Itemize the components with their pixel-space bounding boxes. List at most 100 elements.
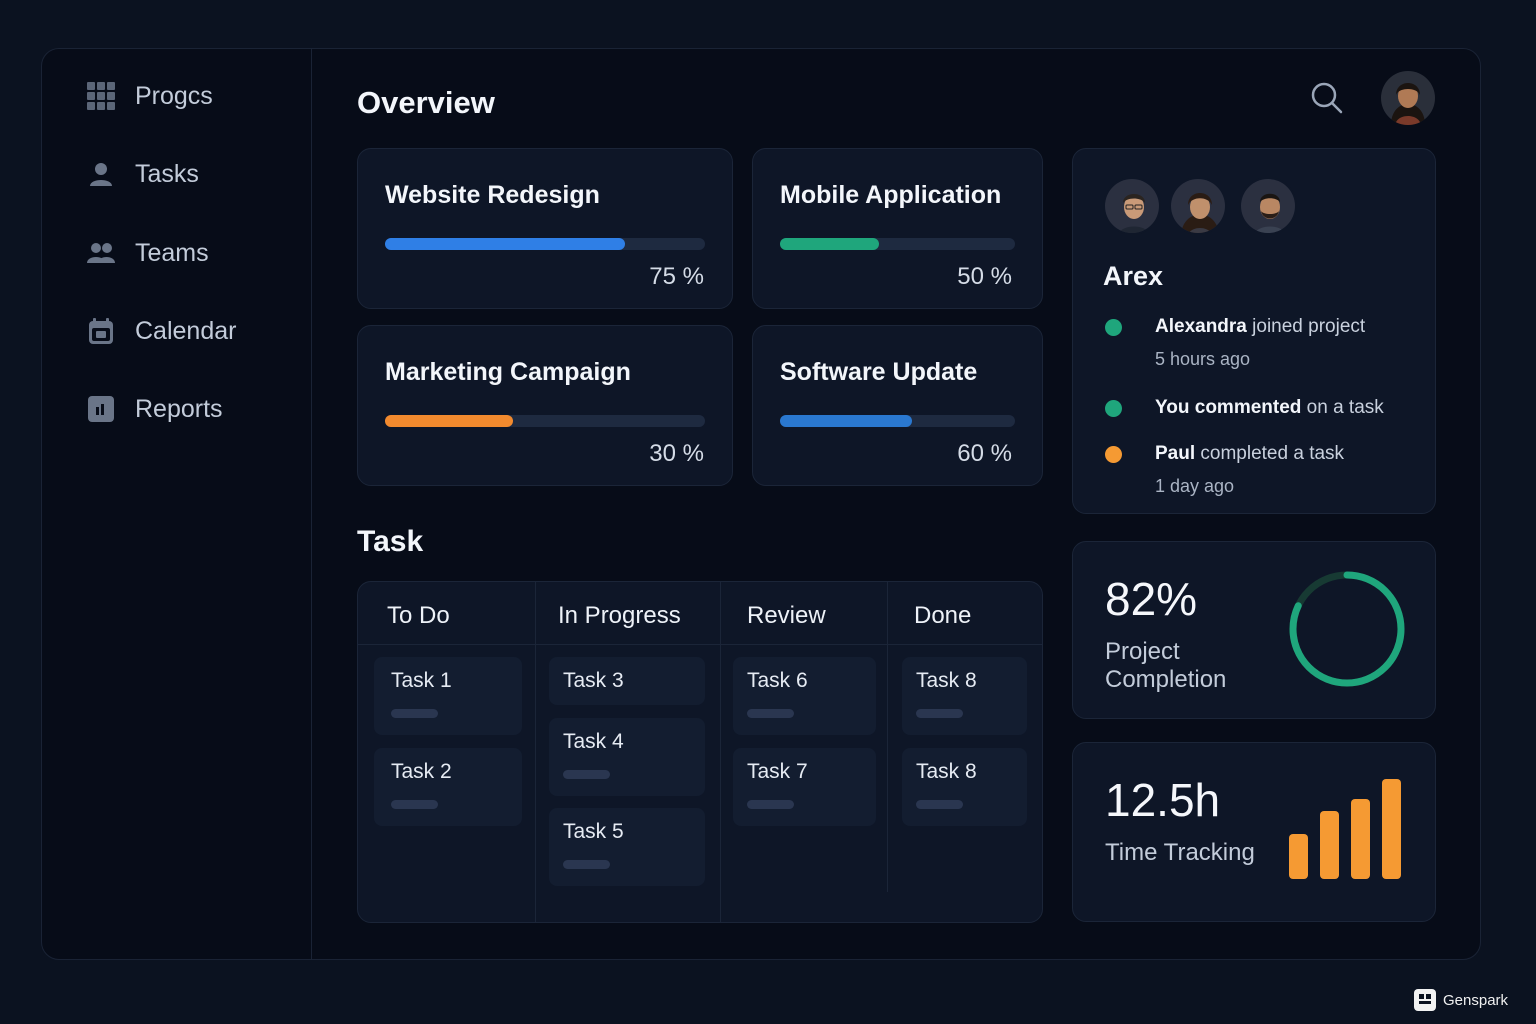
- project-progress-fill: [780, 415, 912, 427]
- sidebar: Progcs Tasks Teams Calendar Reports: [42, 49, 312, 959]
- sidebar-item-calendar[interactable]: Calendar: [86, 311, 236, 351]
- task-name: Task 8: [916, 669, 977, 692]
- user-icon: [86, 159, 116, 189]
- task-name: Task 7: [747, 760, 808, 783]
- status-dot: [1105, 400, 1122, 417]
- genspark-label: Genspark: [1443, 991, 1509, 1009]
- task-placeholder-bar: [391, 800, 438, 809]
- project-title: Website Redesign: [385, 181, 600, 209]
- time-tracking-card: 12.5h Time Tracking: [1072, 742, 1436, 922]
- time-tracking-chart: [1289, 779, 1401, 879]
- search-icon[interactable]: [1310, 81, 1344, 115]
- user-avatar[interactable]: [1381, 71, 1435, 125]
- task-name: Task 1: [391, 669, 452, 692]
- project-percent: 60 %: [957, 440, 1012, 467]
- time-bar: [1351, 799, 1370, 879]
- project-card-website-redesign[interactable]: Website Redesign 75 %: [357, 148, 733, 309]
- project-progress-bar: [780, 415, 1015, 427]
- status-dot: [1105, 319, 1122, 336]
- task-card[interactable]: Task 8: [902, 657, 1027, 735]
- app-window: Progcs Tasks Teams Calendar Reports Over…: [41, 48, 1481, 960]
- task-name: Task 2: [391, 760, 452, 783]
- grid-icon: [86, 81, 116, 111]
- activity-item-text: Paul completed a task: [1155, 443, 1344, 465]
- project-progress-bar: [780, 238, 1015, 250]
- activity-action: on a task: [1301, 397, 1384, 418]
- task-placeholder-bar: [563, 860, 610, 869]
- task-card[interactable]: Task 6: [733, 657, 876, 735]
- team-avatar[interactable]: [1169, 177, 1227, 235]
- project-title: Marketing Campaign: [385, 358, 631, 386]
- project-progress-fill: [780, 238, 879, 250]
- project-progress-bar: [385, 415, 705, 427]
- completion-ring: [1289, 571, 1405, 687]
- project-percent: 75 %: [649, 263, 704, 290]
- task-card[interactable]: Task 8: [902, 748, 1027, 826]
- sidebar-item-progcs[interactable]: Progcs: [86, 76, 213, 116]
- activity-item-text: You commented on a task: [1155, 397, 1384, 419]
- activity-actor: Alexandra: [1155, 316, 1247, 337]
- activity-action: joined project: [1246, 316, 1366, 337]
- task-card[interactable]: Task 7: [733, 748, 876, 826]
- reports-icon: [86, 394, 116, 424]
- project-progress-fill: [385, 238, 625, 250]
- task-card[interactable]: Task 3: [549, 657, 705, 705]
- task-card[interactable]: Task 4: [549, 718, 705, 796]
- sidebar-item-tasks[interactable]: Tasks: [86, 154, 199, 194]
- sidebar-item-label: Tasks: [135, 159, 199, 188]
- sidebar-item-label: Teams: [135, 238, 209, 267]
- sidebar-item-reports[interactable]: Reports: [86, 389, 223, 429]
- task-placeholder-bar: [916, 709, 963, 718]
- column-title: In Progress: [558, 602, 681, 629]
- project-percent: 30 %: [649, 440, 704, 467]
- column-in-progress: In Progress Task 3 Task 4 Task 5: [536, 582, 720, 922]
- task-card[interactable]: Task 5: [549, 808, 705, 886]
- activity-actor: Paul: [1155, 443, 1196, 464]
- project-completion-card: 82% Project Completion: [1072, 541, 1436, 719]
- project-card-marketing-campaign[interactable]: Marketing Campaign 30 %: [357, 325, 733, 486]
- task-placeholder-bar: [563, 770, 610, 779]
- page-title: Overview: [357, 85, 495, 120]
- task-placeholder-bar: [391, 709, 438, 718]
- time-bar: [1382, 779, 1401, 879]
- activity-card: Arex Alexandra joined project 5 hours ag…: [1072, 148, 1436, 514]
- completion-value: 82%: [1105, 573, 1198, 625]
- genspark-logo-icon: [1414, 989, 1436, 1011]
- column-done: Done Task 8 Task 8: [888, 582, 1044, 922]
- project-card-mobile-application[interactable]: Mobile Application 50 %: [752, 148, 1043, 309]
- time-bar: [1320, 811, 1339, 879]
- activity-time: 5 hours ago: [1155, 349, 1251, 369]
- team-avatar[interactable]: [1103, 177, 1161, 235]
- column-review: Review Task 6 Task 7: [721, 582, 887, 922]
- task-name: Task 3: [563, 669, 624, 692]
- task-card[interactable]: Task 2: [374, 748, 522, 826]
- project-title: Mobile Application: [780, 181, 1002, 209]
- calendar-icon: [86, 316, 116, 346]
- task-board: To Do Task 1 Task 2 In Progress Task 3 T…: [357, 581, 1043, 923]
- time-tracking-value: 12.5h: [1105, 774, 1221, 826]
- column-todo: To Do Task 1 Task 2: [358, 582, 535, 922]
- users-icon: [86, 238, 116, 268]
- activity-title: Arex: [1103, 261, 1164, 291]
- completion-label: Project Completion: [1105, 638, 1227, 693]
- sidebar-item-label: Progcs: [135, 81, 213, 110]
- task-name: Task 5: [563, 820, 624, 843]
- activity-item-text: Alexandra joined project: [1155, 316, 1365, 338]
- task-name: Task 6: [747, 669, 808, 692]
- sidebar-item-teams[interactable]: Teams: [86, 233, 209, 273]
- activity-time: 1 day ago: [1155, 476, 1235, 496]
- column-title: Review: [747, 602, 826, 629]
- task-card[interactable]: Task 1: [374, 657, 522, 735]
- project-title: Software Update: [780, 358, 978, 386]
- genspark-watermark: Genspark: [1414, 985, 1518, 1015]
- time-bar: [1289, 834, 1308, 879]
- sidebar-item-label: Reports: [135, 394, 223, 423]
- task-placeholder-bar: [747, 800, 794, 809]
- task-placeholder-bar: [747, 709, 794, 718]
- column-title: Done: [914, 602, 972, 629]
- task-name: Task 4: [563, 730, 624, 753]
- task-section-title: Task: [357, 525, 424, 558]
- team-avatar[interactable]: [1239, 177, 1297, 235]
- project-card-software-update[interactable]: Software Update 60 %: [752, 325, 1043, 486]
- sidebar-item-label: Calendar: [135, 316, 237, 345]
